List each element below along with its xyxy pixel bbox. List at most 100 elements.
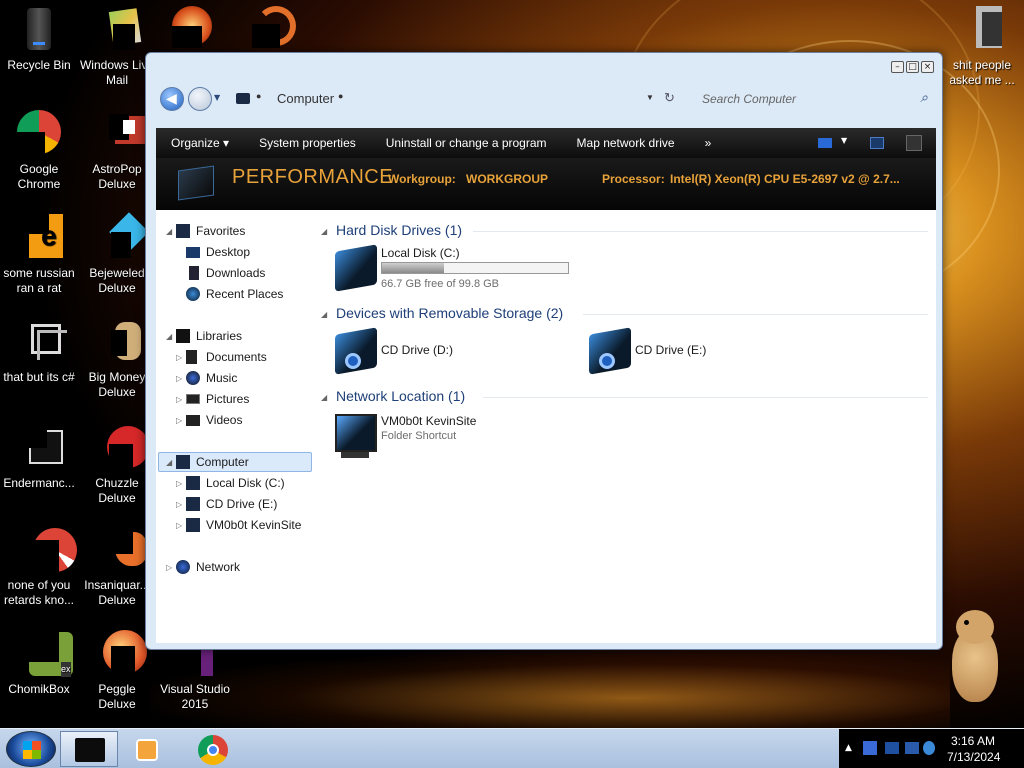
show-hidden-icons-button[interactable]: ▲	[845, 743, 852, 753]
system-properties-button[interactable]: System properties	[244, 136, 371, 150]
network-item-kevinsite[interactable]: VM0b0t KevinSite Folder Shortcut	[331, 410, 581, 462]
computer-icon	[236, 93, 250, 104]
taskbar-explorer-button[interactable]	[60, 731, 118, 767]
uninstall-program-button[interactable]: Uninstall or change a program	[371, 136, 562, 150]
nav-kevinsite[interactable]: VM0b0t KevinSite	[186, 518, 301, 532]
nav-downloads[interactable]: Downloads	[189, 266, 266, 280]
nav-label: Documents	[206, 350, 267, 364]
desktop-icon-label: that but its c#	[3, 370, 75, 384]
nav-desktop[interactable]: Desktop	[186, 245, 250, 259]
folder-icon	[958, 6, 1006, 54]
processor-value: Intel(R) Xeon(R) CPU E5-2697 v2 @ 2.7...	[670, 172, 900, 186]
map-network-drive-button[interactable]: Map network drive	[562, 136, 690, 150]
breadcrumb-computer[interactable]: Computer	[277, 91, 334, 106]
command-bar: Organize ▾ System properties Uninstall o…	[156, 128, 936, 158]
taskbar-media-player-button[interactable]	[122, 731, 176, 767]
nav-videos[interactable]: Videos	[186, 413, 242, 427]
close-button[interactable]: ×	[921, 61, 934, 73]
drive-item-cd-e[interactable]: CD Drive (E:)	[585, 325, 785, 377]
disc-icon	[599, 353, 615, 369]
taskbar-chrome-button[interactable]	[186, 731, 240, 767]
start-button[interactable]	[6, 731, 56, 767]
hamster-image	[942, 606, 1004, 706]
desktop-icon-partial-1[interactable]	[168, 6, 218, 48]
help-button[interactable]	[906, 135, 922, 151]
nav-label: Downloads	[206, 266, 266, 280]
astropop-icon	[93, 110, 145, 158]
back-arrow-icon: ◀	[166, 91, 177, 107]
mail-icon	[93, 6, 142, 54]
expand-arrow-icon[interactable]: ▷	[176, 416, 182, 425]
desktop-icon-russian-rat[interactable]: e some russian ran a rat	[0, 214, 78, 296]
address-bar[interactable]: ● Computer ● ▼ ↻	[236, 86, 676, 112]
desktop-icon-endermanch[interactable]: Endermanc...	[0, 424, 78, 491]
group-header-removable[interactable]: Devices with Removable Storage (2)	[336, 305, 563, 321]
collapse-arrow-icon[interactable]: ◢	[166, 458, 172, 467]
tray-icon-1[interactable]	[863, 741, 877, 755]
forward-button[interactable]	[188, 87, 212, 111]
desktop-icon-shit-people[interactable]: shit people asked me ...	[940, 6, 1024, 88]
tray-icon-display[interactable]	[905, 742, 919, 754]
expand-arrow-icon[interactable]: ▷	[166, 563, 172, 572]
nav-libraries[interactable]: Libraries	[176, 329, 243, 343]
preview-pane-button[interactable]	[870, 137, 884, 149]
nav-documents[interactable]: Documents	[186, 350, 267, 364]
tray-icon-volume[interactable]	[923, 741, 935, 755]
title-bar[interactable]: – □ ×	[146, 53, 942, 75]
desktop-icon-none-of-you[interactable]: none of you retards kno...	[0, 526, 78, 608]
tray-icon-network[interactable]	[885, 742, 899, 754]
group-collapse-icon[interactable]: ◢	[321, 393, 327, 402]
desktop-icon-label: Visual Studio 2015	[160, 682, 230, 711]
group-collapse-icon[interactable]: ◢	[321, 310, 327, 319]
search-input[interactable]: Search Computer	[702, 92, 796, 106]
desktop-icon-csharp[interactable]: that but its c#	[0, 318, 78, 385]
nav-favorites[interactable]: Favorites	[176, 224, 245, 238]
nav-network[interactable]: Network	[176, 560, 240, 574]
drive-item-local-disk[interactable]: Local Disk (C:) 66.7 GB free of 99.8 GB	[331, 242, 581, 294]
desktop-icon-partial-2[interactable]	[252, 6, 302, 48]
expand-arrow-icon[interactable]: ▷	[176, 500, 182, 509]
clock-date[interactable]: 7/13/2024	[947, 750, 1000, 764]
collapse-arrow-icon[interactable]: ◢	[166, 227, 172, 236]
group-header-hard-disks[interactable]: Hard Disk Drives (1)	[336, 222, 462, 238]
java-file-icon: e	[15, 214, 63, 262]
nav-local-disk[interactable]: Local Disk (C:)	[186, 476, 285, 490]
change-view-button[interactable]	[818, 138, 832, 148]
desktop-icon-recycle-bin[interactable]: Recycle Bin	[0, 6, 78, 73]
desktop-icon-google-chrome[interactable]: Google Chrome	[0, 110, 78, 192]
collapse-arrow-icon[interactable]: ◢	[166, 332, 172, 341]
nav-cd-drive[interactable]: CD Drive (E:)	[186, 497, 277, 511]
expand-arrow-icon[interactable]: ▷	[176, 374, 182, 383]
desktop-icon-label: Peggle Deluxe	[98, 682, 136, 711]
desktop-icon-chomikbox[interactable]: ex ChomikBox	[0, 630, 78, 697]
refresh-icon[interactable]: ↻	[664, 90, 675, 106]
desktop-icon-label: some russian ran a rat	[3, 266, 75, 295]
group-header-network[interactable]: Network Location (1)	[336, 388, 465, 404]
maximize-button[interactable]: □	[906, 61, 919, 73]
expand-arrow-icon[interactable]: ▷	[176, 353, 182, 362]
expand-arrow-icon[interactable]: ▷	[176, 521, 182, 530]
group-collapse-icon[interactable]: ◢	[321, 227, 327, 236]
search-box[interactable]: Search Computer ⌕	[696, 86, 932, 112]
nav-music[interactable]: Music	[186, 371, 237, 385]
clock-time[interactable]: 3:16 AM	[951, 734, 995, 748]
nav-pictures[interactable]: Pictures	[186, 392, 249, 406]
recent-places-icon	[186, 287, 200, 301]
expand-arrow-icon[interactable]: ▷	[176, 479, 182, 488]
view-dropdown-icon[interactable]: ▼	[841, 136, 847, 145]
expand-arrow-icon[interactable]: ▷	[176, 395, 182, 404]
nav-computer[interactable]: Computer	[176, 455, 249, 469]
nav-label: Libraries	[196, 329, 243, 343]
nav-recent-places[interactable]: Recent Places	[186, 287, 283, 301]
breadcrumb-separator[interactable]: ●	[338, 91, 343, 101]
minimize-button[interactable]: –	[891, 61, 904, 73]
big-money-icon	[93, 318, 141, 366]
organize-button[interactable]: Organize ▾	[156, 136, 244, 150]
explorer-window[interactable]: – □ × ◀ ▼ ● Computer ● ▼ ↻ Search Comput…	[145, 52, 943, 650]
drive-item-cd-d[interactable]: CD Drive (D:)	[331, 325, 531, 377]
breadcrumb-separator[interactable]: ●	[256, 91, 261, 101]
address-dropdown-button[interactable]: ▼	[646, 93, 654, 102]
recent-pages-dropdown[interactable]: ▼	[214, 93, 220, 102]
back-button[interactable]: ◀	[160, 87, 184, 111]
more-commands-button[interactable]: »	[690, 136, 727, 150]
